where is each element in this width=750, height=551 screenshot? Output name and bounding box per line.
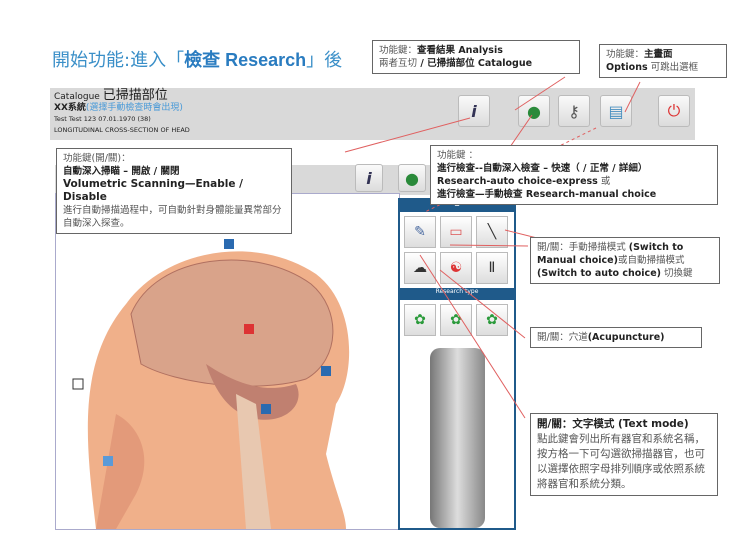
research-type-label: Research type xyxy=(400,288,514,300)
switch-manual-auto-icon[interactable]: ▭ xyxy=(440,216,472,248)
marker-icon xyxy=(321,366,331,376)
organ-icon[interactable]: ☁ xyxy=(404,252,436,284)
research-icon[interactable]: ● xyxy=(518,95,550,127)
marker-icon xyxy=(244,324,254,334)
research-panel: ▲ ✎ ▭ ╲ ☁ ☯ Ⅱ Research type ✿ ✿ ✿ xyxy=(398,198,516,530)
volumetric-toggle-icon[interactable]: ✎ xyxy=(404,216,436,248)
analysis-key-icon[interactable]: ⚷ xyxy=(558,95,590,127)
research-detailed-icon[interactable]: ✿ xyxy=(476,304,508,336)
head-scan-view[interactable] xyxy=(55,193,400,530)
marker-icon xyxy=(261,404,271,414)
yin-yang-acupuncture-icon[interactable]: ☯ xyxy=(440,252,472,284)
marker-icon xyxy=(103,456,113,466)
probe-icon[interactable]: ╲ xyxy=(476,216,508,248)
marker-icon xyxy=(72,378,84,390)
callout-text-mode: 開/關：文字模式 (Text mode) 點此鍵會列出所有器官和系統名稱，按方格… xyxy=(530,413,718,496)
research-normal-icon[interactable]: ✿ xyxy=(440,304,472,336)
options-icon[interactable]: ▤ xyxy=(600,95,632,127)
callout-analysis: 功能鍵：查看結果 Analysis 兩者互切 / 已掃描部位 Catalogue xyxy=(372,40,580,74)
callout-acupuncture: 開/關：穴道(Acupuncture) xyxy=(530,327,702,348)
volumetric-info-icon[interactable]: i xyxy=(355,164,383,192)
head-cross-section xyxy=(72,239,350,529)
text-mode-icon[interactable]: Ⅱ xyxy=(476,252,508,284)
catalogue-info: Catalogue 已掃描部位 XX系統(選擇手動檢查時會出現) Test Te… xyxy=(54,88,190,134)
info-icon[interactable]: i xyxy=(458,95,490,127)
callout-options: 功能鍵：主畫面 Options 可跳出選框 xyxy=(599,44,727,78)
page-title: 開始功能:進入「檢查 Research」後 xyxy=(52,50,343,71)
marker-icon xyxy=(224,239,234,249)
spine-image xyxy=(429,348,485,528)
research-express-icon[interactable]: ✿ xyxy=(404,304,436,336)
callout-research: 功能鍵 ： 進行檢查--自動深入檢查 – 快速（ / 正常 / 詳細） Rese… xyxy=(430,145,718,205)
research-icon-secondary[interactable]: ● xyxy=(398,164,426,192)
callout-volumetric: 功能鍵(開/關)： 自動深入掃瞄 – 開啟 / 關閉 Volumetric Sc… xyxy=(56,148,292,234)
power-icon[interactable]: ⏻ xyxy=(658,95,690,127)
callout-switch-mode: 開/關：手動掃描模式 (Switch to Manual choice)或自動掃… xyxy=(530,237,720,284)
